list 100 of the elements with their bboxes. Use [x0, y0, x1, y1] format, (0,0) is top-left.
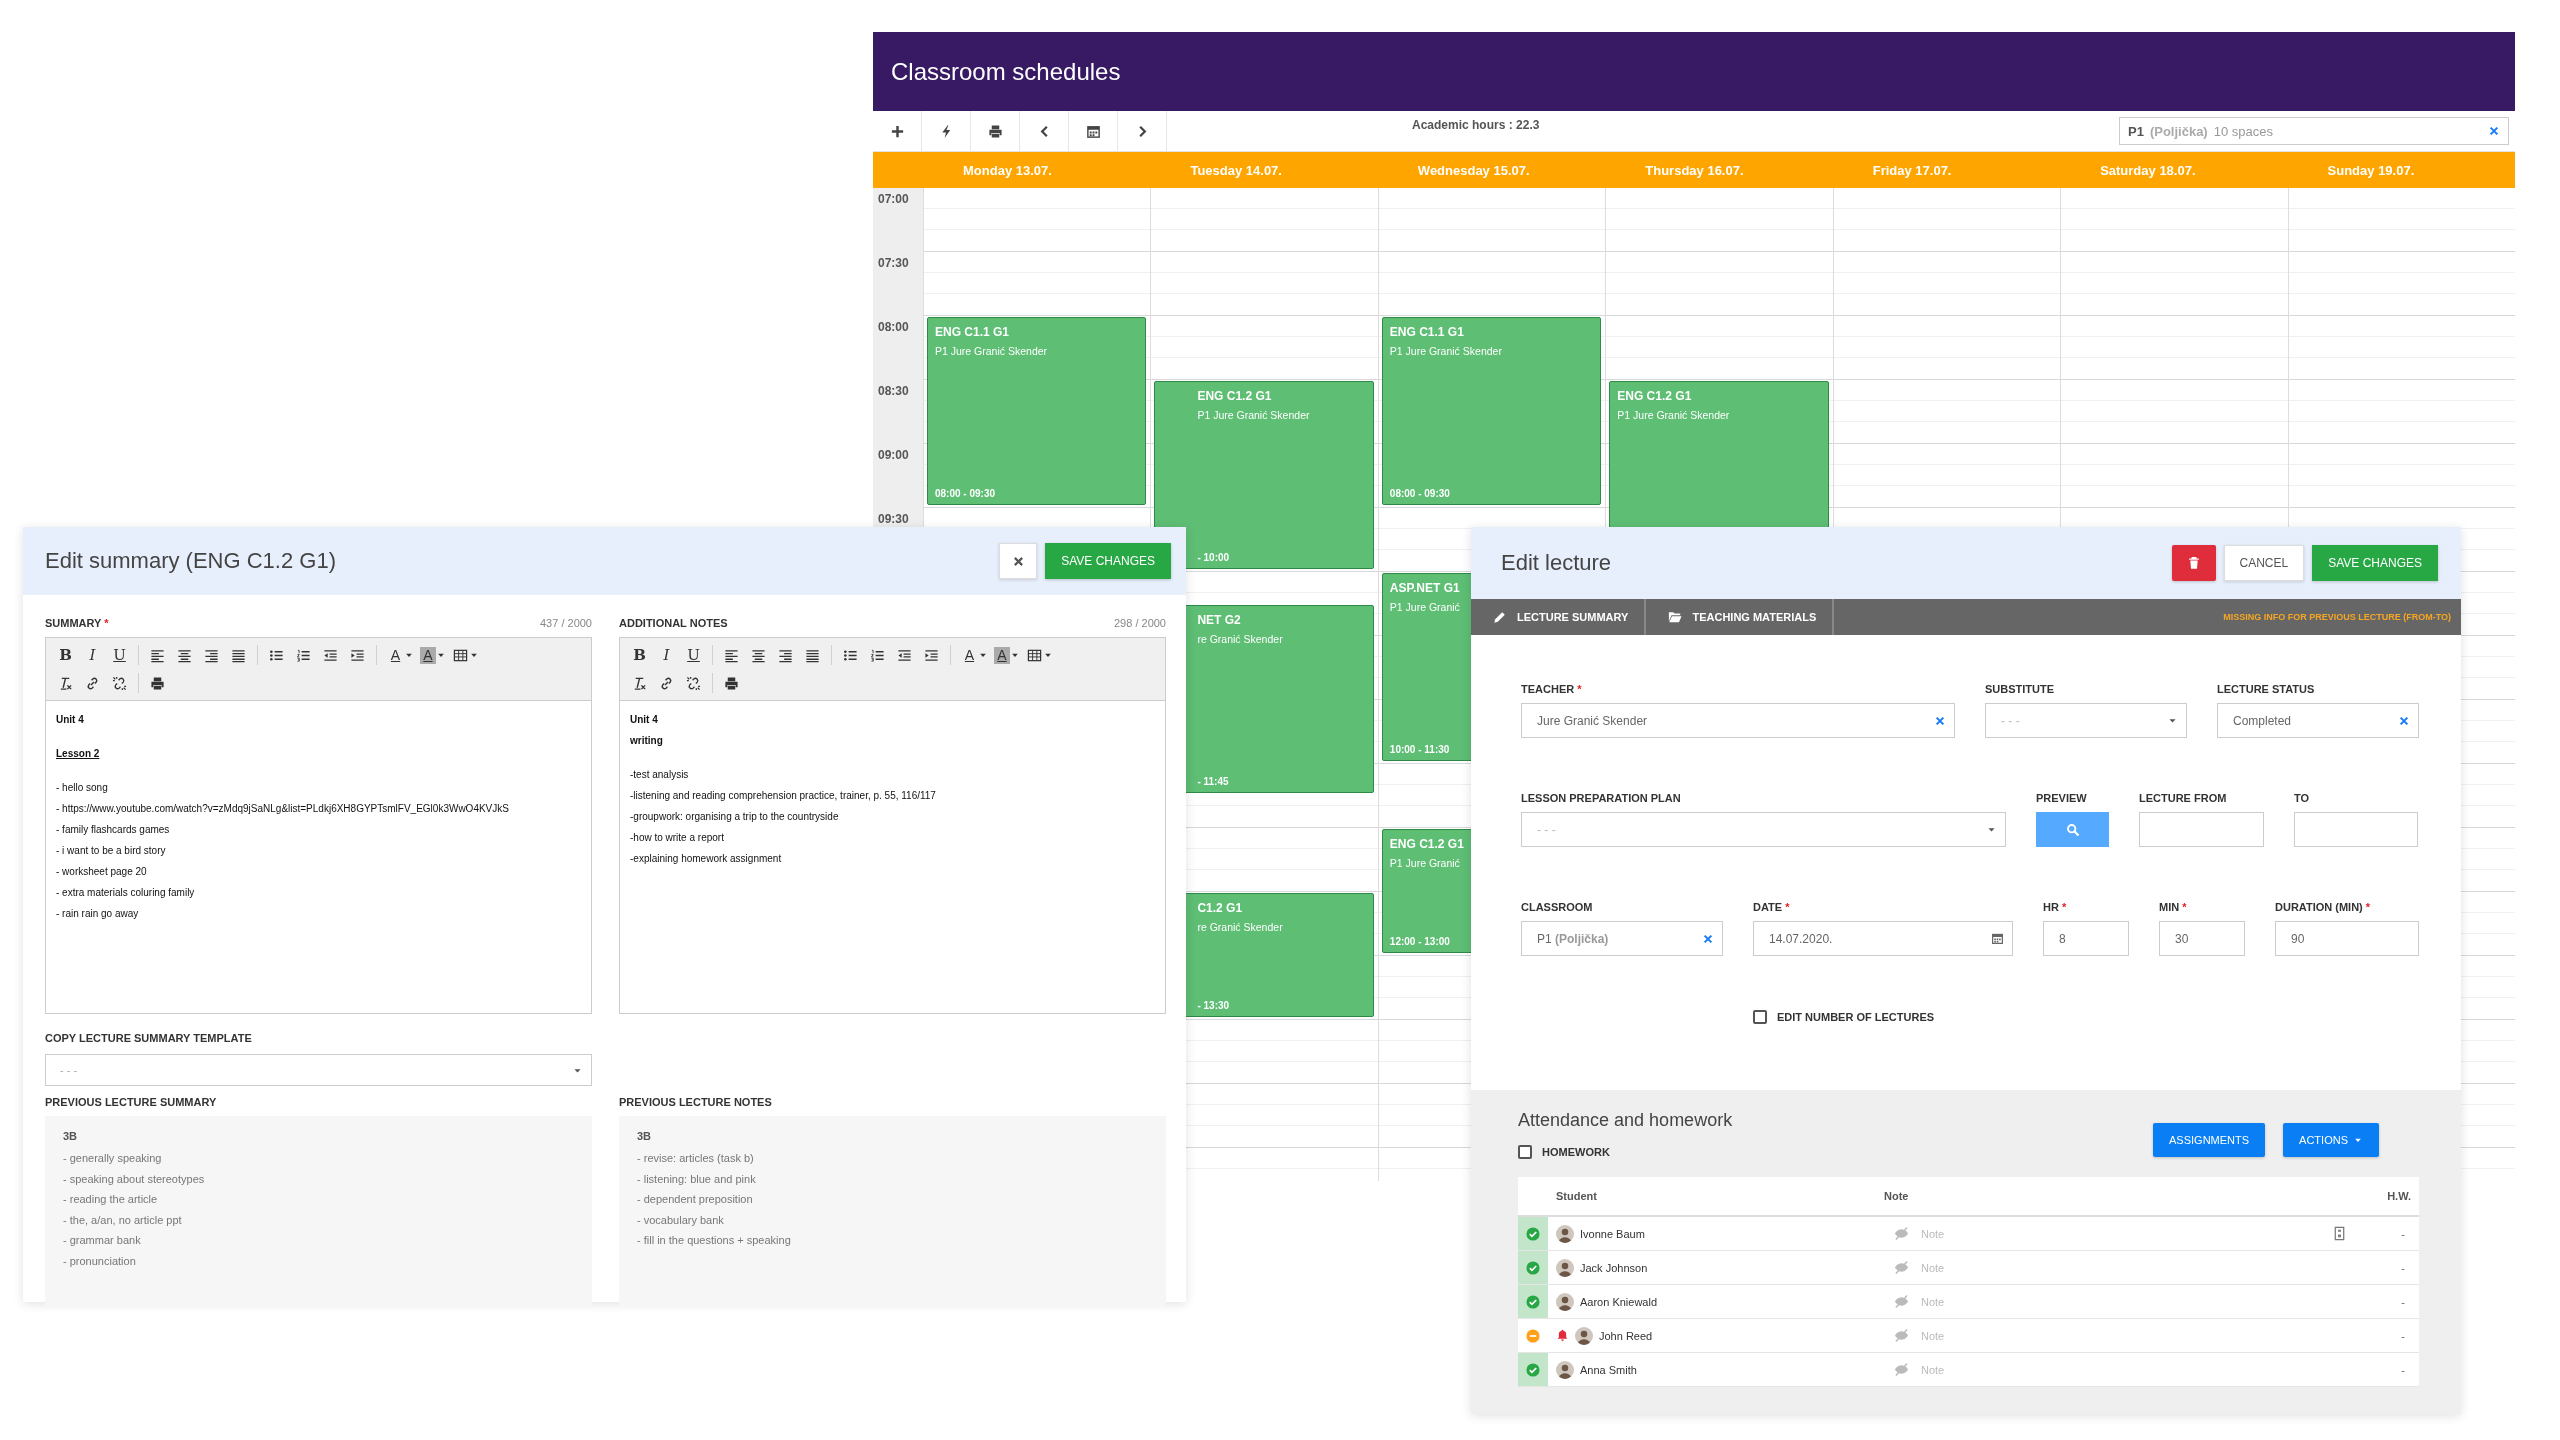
avatar-icon	[1556, 1258, 1574, 1277]
link-icon[interactable]	[659, 675, 674, 691]
numbered-list-icon[interactable]	[870, 647, 885, 663]
close-button[interactable]	[999, 543, 1038, 579]
align-right-icon[interactable]	[204, 647, 219, 663]
event-title: ASP.NET G1	[1389, 581, 1461, 595]
select-field[interactable]: Completed	[2217, 703, 2419, 738]
select-field[interactable]: P1 (Poljička)	[1521, 921, 1723, 956]
field-label: PREVIOUS LECTURE SUMMARY	[45, 1096, 217, 1108]
clear-format-icon[interactable]	[58, 675, 73, 691]
justify-icon[interactable]	[231, 647, 246, 663]
unlink-icon[interactable]	[686, 675, 701, 691]
justify-icon[interactable]	[805, 647, 820, 663]
event-time: 08:00 - 09:30	[935, 488, 996, 499]
bullet-list-icon[interactable]	[843, 647, 858, 663]
notes-line: - grammar bank	[63, 1233, 141, 1248]
folder-icon	[1668, 610, 1683, 624]
highlight-color-button[interactable]: A	[994, 646, 1010, 664]
editor-line: -test analysis	[630, 768, 689, 782]
print-icon[interactable]	[987, 123, 1003, 139]
editor-line: - worksheet page 20	[56, 865, 147, 879]
event-title: C1.2 G1	[1197, 901, 1244, 915]
table-icon[interactable]	[453, 647, 468, 663]
cancel-button[interactable]: CANCEL	[2223, 545, 2305, 581]
text-field[interactable]	[2294, 812, 2418, 847]
align-left-icon[interactable]	[724, 647, 739, 663]
student-name: Ivonne Baum	[1580, 1227, 1645, 1240]
event-teacher: P1 Jure Granić Skender	[935, 345, 1049, 357]
event-time: - 11:45	[1197, 776, 1229, 787]
event-time: - 10:00	[1197, 552, 1230, 563]
outdent-icon[interactable]	[323, 647, 338, 663]
notes-line: - vocabulary bank	[637, 1212, 724, 1228]
delete-button[interactable]	[2171, 545, 2216, 581]
clear-icon[interactable]	[1934, 714, 1946, 727]
clear-icon[interactable]	[1702, 932, 1714, 945]
day-header: Monday 13.07.	[962, 162, 1053, 178]
unlink-icon[interactable]	[112, 675, 127, 691]
status-icon[interactable]	[1526, 1294, 1540, 1309]
outdent-icon[interactable]	[897, 647, 912, 663]
calendar-icon[interactable]	[1991, 932, 2004, 945]
align-left-icon[interactable]	[150, 647, 165, 663]
text-field[interactable]	[2139, 812, 2264, 847]
print-icon[interactable]	[150, 675, 165, 691]
bullet-list-icon[interactable]	[269, 647, 284, 663]
event-time: 08:00 - 09:30	[1389, 488, 1450, 499]
indent-icon[interactable]	[350, 647, 365, 663]
status-icon[interactable]	[1526, 1362, 1540, 1377]
checkbox[interactable]	[1518, 1145, 1532, 1159]
select-field[interactable]: Jure Granić Skender	[1521, 703, 1955, 738]
field-label: ADDITIONAL NOTES	[619, 617, 728, 629]
event-time: - 13:30	[1197, 1000, 1230, 1011]
align-right-icon[interactable]	[778, 647, 793, 663]
format-button[interactable]: B	[626, 643, 653, 667]
notes-heading: 3B	[63, 1130, 78, 1142]
indent-icon[interactable]	[924, 647, 939, 663]
save-button[interactable]: SAVE CHANGES	[1045, 543, 1171, 579]
room-filter-field[interactable]: P1 (Poljička) 10 spaces	[2119, 117, 2509, 145]
notes-line: - fill in the questions + speaking	[637, 1233, 791, 1248]
link-icon[interactable]	[85, 675, 100, 691]
close-icon	[1011, 554, 1025, 568]
assignments-button[interactable]: ASSIGNMENTS	[2153, 1123, 2266, 1157]
add-icon[interactable]	[889, 123, 905, 139]
clear-icon[interactable]	[2488, 125, 2500, 137]
format-button[interactable]: I	[79, 643, 106, 667]
align-center-icon[interactable]	[751, 647, 766, 663]
academic-hours: Academic hours : 22.3	[1412, 118, 1540, 132]
text-field[interactable]: 8	[2043, 921, 2129, 956]
event-teacher: P1 Jure Granić Skender	[1617, 409, 1731, 421]
date-field[interactable]: 14.07.2020.	[1753, 921, 2013, 956]
event-title: ENG C1.2 G1	[1389, 837, 1465, 851]
editor-line: writing	[630, 734, 663, 748]
event-title: ENG C1.2 G1	[1617, 389, 1693, 403]
numbered-list-icon[interactable]	[296, 647, 311, 663]
status-icon[interactable]	[1526, 1226, 1540, 1241]
event-teacher: re Granić Skender	[1197, 633, 1284, 645]
clear-icon[interactable]	[2398, 714, 2410, 727]
editor-line: - hello song	[56, 781, 108, 795]
calendar-icon[interactable]	[1085, 123, 1101, 139]
actions-button[interactable]: ACTIONS	[2283, 1123, 2379, 1157]
text-color-button[interactable]: A	[382, 643, 409, 667]
print-icon[interactable]	[724, 675, 739, 691]
clear-format-icon[interactable]	[632, 675, 647, 691]
format-button[interactable]: B	[52, 643, 79, 667]
day-header: Saturday 18.07.	[2099, 162, 2197, 178]
field-label: TEACHER *	[1521, 683, 1583, 695]
text-field[interactable]: 30	[2159, 921, 2245, 956]
format-button[interactable]: U	[106, 643, 133, 667]
checkbox[interactable]	[1753, 1010, 1767, 1024]
highlight-color-button[interactable]: A	[420, 646, 436, 664]
save-button[interactable]: SAVE CHANGES	[2312, 545, 2438, 581]
text-color-button[interactable]: A	[956, 643, 983, 667]
format-button[interactable]: I	[653, 643, 680, 667]
warning-text: MISSING INFO FOR PREVIOUS LECTURE (FROM-TO)	[2223, 612, 2452, 622]
text-field[interactable]: 90	[2275, 921, 2419, 956]
checkbox-label: EDIT NUMBER OF LECTURES	[1777, 1011, 1935, 1023]
format-button[interactable]: U	[680, 643, 707, 667]
table-icon[interactable]	[1027, 647, 1042, 663]
notes-line: - dependent preposition	[637, 1192, 753, 1207]
status-icon[interactable]	[1526, 1260, 1540, 1275]
align-center-icon[interactable]	[177, 647, 192, 663]
